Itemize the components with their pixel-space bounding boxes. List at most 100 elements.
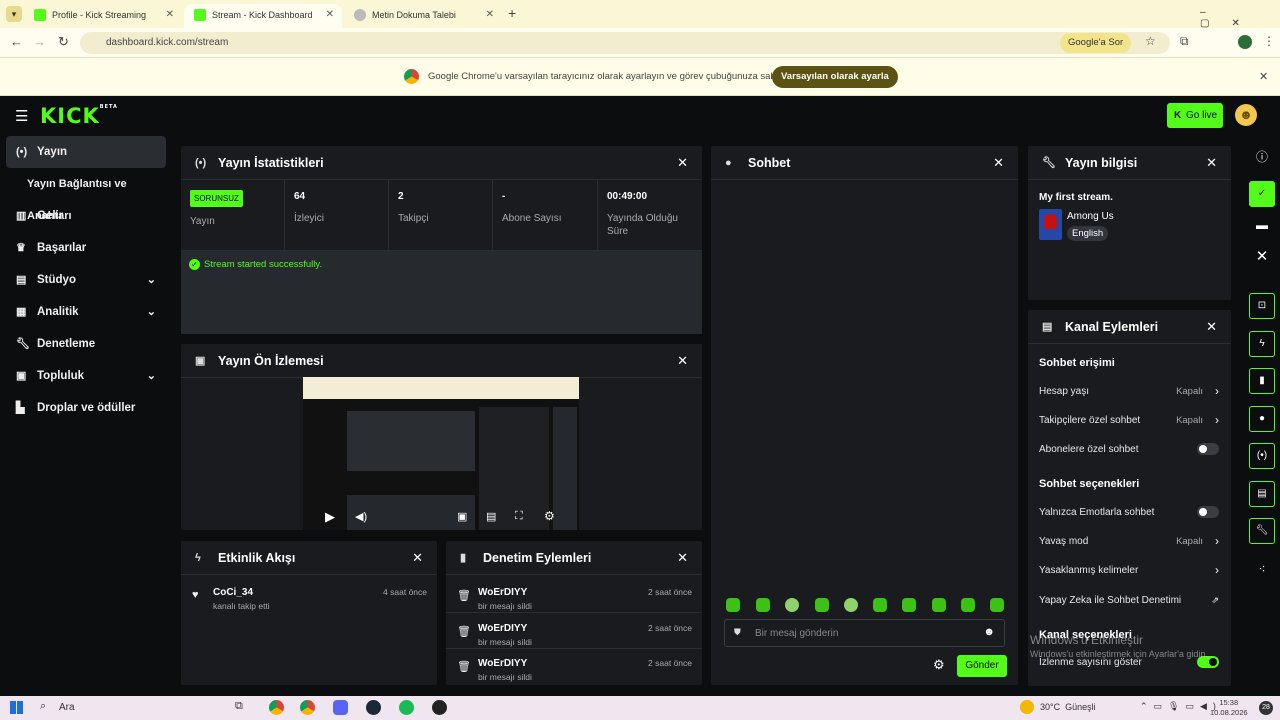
back-icon[interactable]: ←: [10, 34, 23, 49]
tab-profile[interactable]: Profile - Kick Streaming ✕: [24, 4, 182, 28]
spotify-icon[interactable]: [399, 700, 414, 715]
menu-icon[interactable]: ⋮: [1263, 34, 1275, 48]
settings-gear-icon[interactable]: ⚙: [544, 509, 555, 523]
close-icon[interactable]: ✕: [677, 541, 688, 575]
chevron-down-icon[interactable]: ⌄: [147, 296, 156, 328]
sidebar-item-gelir[interactable]: ▥ Gelir: [6, 200, 166, 232]
video-preview[interactable]: ▶ ◀) ▣ ▤ ⛶ ⚙: [303, 377, 579, 530]
emote-1[interactable]: [726, 598, 740, 612]
emote-2[interactable]: [756, 598, 770, 612]
play-icon[interactable]: ▶: [325, 509, 335, 525]
emote-6[interactable]: [873, 598, 887, 612]
close-icon[interactable]: ✕: [677, 344, 688, 378]
sidebar-item-stream-key[interactable]: Yayın Bağlantısı ve Anahtarı: [6, 168, 166, 222]
close-icon[interactable]: ✕: [1259, 70, 1268, 83]
setting-account-age[interactable]: Hesap yaşı Kapalı ›: [1039, 377, 1219, 406]
tab-dashboard[interactable]: Stream - Kick Dashboard ✕: [184, 4, 342, 28]
broadcast-icon[interactable]: (•): [1249, 443, 1275, 469]
notification-badge[interactable]: 28: [1259, 701, 1273, 715]
emote-8[interactable]: [932, 598, 946, 612]
chrome-taskbar-icon[interactable]: [269, 700, 284, 715]
emote-5[interactable]: [844, 598, 858, 612]
emote-3[interactable]: [785, 598, 799, 612]
sidebar-item-denetleme[interactable]: 🔧︎ Denetleme: [6, 328, 166, 360]
obs-icon[interactable]: [432, 700, 447, 715]
steam-icon[interactable]: [366, 700, 381, 715]
close-icon[interactable]: ✕: [486, 4, 494, 26]
discord-icon[interactable]: [333, 700, 348, 715]
volume-icon[interactable]: ◀): [355, 510, 367, 523]
profile-avatar[interactable]: [1238, 35, 1252, 49]
set-default-button[interactable]: Varsayılan olarak ayarla: [772, 66, 898, 88]
chevron-down-icon[interactable]: ⌄: [147, 264, 156, 296]
close-icon[interactable]: ✕: [166, 4, 174, 26]
lightning-icon[interactable]: ϟ: [1249, 331, 1275, 357]
user-avatar[interactable]: ☻: [1235, 104, 1257, 126]
chat-input[interactable]: ⛊ Bir mesaj gönderin ☻: [724, 619, 1005, 647]
close-icon[interactable]: ✕: [326, 4, 334, 26]
document-icon[interactable]: ▮: [1249, 368, 1275, 394]
url-field[interactable]: dashboard.kick.com/stream: [80, 32, 1170, 54]
emoji-icon[interactable]: ☻: [983, 626, 995, 638]
taskview-icon[interactable]: ⧉: [235, 700, 243, 713]
extensions-icon[interactable]: ⧉: [1180, 34, 1189, 49]
windows-start-icon[interactable]: [10, 701, 23, 714]
search-icon[interactable]: ⌕: [40, 700, 46, 713]
close-icon[interactable]: ✕: [1206, 310, 1217, 344]
window-controls[interactable]: –▢✕: [1200, 7, 1280, 29]
setting-banned-words[interactable]: Yasaklanmış kelimeler ›: [1039, 556, 1219, 585]
layout-icon[interactable]: ▬: [1249, 212, 1275, 238]
emote-4[interactable]: [815, 598, 829, 612]
sidebar-item-topluluk[interactable]: ▣ Topluluk ⌄: [6, 360, 166, 392]
reload-icon[interactable]: ↻: [58, 34, 69, 50]
close-icon[interactable]: ✕: [412, 541, 423, 575]
info-icon[interactable]: ⓘ: [1249, 144, 1275, 170]
bookmark-star-icon[interactable]: ☆: [1145, 34, 1156, 48]
setting-ai-moderation[interactable]: Yapay Zeka ile Sohbet Denetimi ⇗: [1039, 586, 1219, 615]
close-icon[interactable]: ✕: [1206, 146, 1217, 180]
emote-10[interactable]: [990, 598, 1004, 612]
sidebar-item-basarilar[interactable]: ♛ Başarılar: [6, 232, 166, 264]
hamburger-menu-icon[interactable]: ☰: [15, 107, 28, 125]
channel-icon[interactable]: ▤: [1249, 481, 1275, 507]
setting-slow-mode[interactable]: Yavaş mod Kapalı ›: [1039, 527, 1219, 556]
kick-logo[interactable]: KICKBETA: [40, 104, 118, 128]
wrench-icon: 🔧︎: [16, 338, 30, 350]
check-button[interactable]: ✓: [1249, 181, 1275, 207]
wrench-icon[interactable]: 🔧︎: [1249, 518, 1275, 544]
emote-only-toggle[interactable]: [1197, 506, 1219, 518]
kick-topbar: ☰ KICKBETA K Go live ☻: [0, 96, 1280, 136]
theater-icon[interactable]: ▤: [486, 510, 496, 523]
close-icon[interactable]: ✕: [677, 146, 688, 180]
chrome-active-taskbar-icon[interactable]: [300, 700, 315, 715]
subscribers-only-toggle[interactable]: [1197, 443, 1219, 455]
send-button[interactable]: Gönder: [957, 655, 1007, 677]
chevron-down-icon[interactable]: ⌄: [147, 360, 156, 392]
fullscreen-icon[interactable]: ⛶: [515, 510, 523, 523]
panel-header: ϟ Etkinlik Akışı ✕: [181, 541, 437, 575]
setting-followers-only[interactable]: Takipçilere özel sohbet Kapalı ›: [1039, 406, 1219, 435]
chat-settings-gear-icon[interactable]: ⚙: [933, 657, 945, 673]
tab-metin[interactable]: Metin Dokuma Talebi ✕: [344, 4, 502, 28]
sidebar-item-studyo[interactable]: ▤ Stüdyo ⌄: [6, 264, 166, 296]
taskbar-search-label[interactable]: Ara: [59, 702, 75, 713]
sidebar-item-droplar[interactable]: ▙ Droplar ve ödüller: [6, 392, 166, 424]
sidebar-item-yayin[interactable]: (•) Yayın: [6, 136, 166, 168]
wrench-icon: 🔧︎: [1042, 157, 1056, 169]
chat-bubble-icon[interactable]: ●: [1249, 406, 1275, 432]
new-tab-button[interactable]: +: [508, 5, 516, 21]
go-live-button[interactable]: K Go live: [1167, 103, 1223, 128]
sidebar-item-analitik[interactable]: ▦ Analitik ⌄: [6, 296, 166, 328]
close-icon[interactable]: ✕: [993, 146, 1004, 180]
forward-icon[interactable]: →: [33, 34, 46, 49]
emote-9[interactable]: [961, 598, 975, 612]
emote-7[interactable]: [902, 598, 916, 612]
close-icon[interactable]: ✕: [1249, 244, 1275, 270]
camera-focus-icon[interactable]: ⊡: [1249, 293, 1275, 319]
ask-google-button[interactable]: Google'a Sor: [1060, 33, 1132, 53]
clock[interactable]: 15:38 10.08.2026: [1210, 698, 1248, 718]
weather-text[interactable]: 30°C Güneşli: [1040, 702, 1096, 712]
more-apps-icon[interactable]: ⁖: [1249, 556, 1275, 582]
tab-search-button[interactable]: ▾: [6, 6, 22, 22]
pip-icon[interactable]: ▣: [457, 510, 467, 523]
